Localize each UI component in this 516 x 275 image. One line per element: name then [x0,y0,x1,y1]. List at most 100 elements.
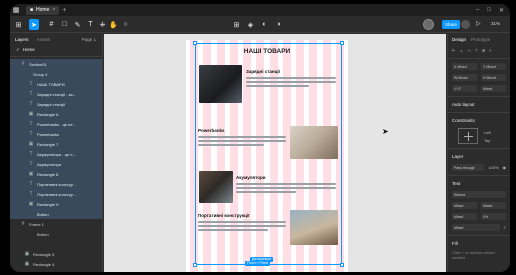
layer-item[interactable]: T Акумулятори - це п... [10,149,102,159]
resources-icon[interactable]: ⁜ [98,19,107,30]
layer-item[interactable]: Button [10,229,102,239]
file-tab-label: Home [36,7,50,13]
layer-item[interactable]: T Портативні констру... [10,179,102,189]
layer-item[interactable]: ▣ Rectangle 8 [10,169,102,179]
hand-tool-icon[interactable]: ✋ [109,19,118,30]
w-field[interactable]: W Mixed [452,74,477,81]
text-align-icon[interactable]: ≡ [504,225,506,230]
blend-mode-select[interactable]: Pass through [452,164,485,171]
w-label: W [454,75,458,80]
divider [448,175,510,176]
tab-prototype[interactable]: Prototype [471,37,490,42]
distribute-icon[interactable]: ≡ [489,48,491,53]
layer-item[interactable]: T Зарядні станції [10,99,102,109]
layer-item[interactable] [10,239,102,249]
align-middle-icon[interactable]: ⊞ [482,48,485,53]
boolean-icon[interactable]: ◐ [260,19,269,30]
layer-label: Портативні констру... [37,191,76,197]
text-tool-icon[interactable]: T [86,19,95,30]
file-tab[interactable]: ■ Home × [26,5,60,15]
resize-handle-tl[interactable] [193,41,197,45]
layer-item[interactable]: ▣ Rectangle 4 [10,259,102,269]
layer-item[interactable]: # Frame 1 [10,219,102,229]
layer-item[interactable]: T Зарядні станції - за... [10,89,102,99]
y-field[interactable]: Y Mixed [481,63,506,70]
maximize-icon[interactable]: □ [487,7,491,14]
layer-item[interactable]: ▣ Rectangle 6 [10,109,102,119]
shape-tool-icon[interactable]: □ [60,19,69,30]
layer-label: Rectangle 5 [33,251,55,257]
corner-radius-field[interactable]: Mixed [481,85,506,92]
font-size-field[interactable]: Mixed [481,202,506,209]
comment-tool-icon[interactable]: ○ [121,19,130,30]
vertical-constraint[interactable]: Top [484,138,491,143]
horizontal-constraint[interactable]: Left [484,130,491,135]
page-selector[interactable]: Page 1 [82,37,102,42]
figma-menu-icon[interactable]: ▦ [10,4,22,16]
layer-item[interactable]: ▣ Rectangle 7 [10,139,102,149]
toolbar: ⊞ ➤ # □ ✎ T ⁜ ✋ ○ ⊞ ◈ ◐ ◑ Share ▷ 31% [10,16,510,33]
share-button[interactable]: Share [442,20,460,29]
canvas[interactable]: НАШІ ТОВАРИ Зарядні станції Powerbanks А… [104,34,446,272]
layer-type-icon: T [29,151,33,157]
constraints-values: Left Top [484,130,491,143]
layer-label: Портативні констру... [37,181,76,187]
font-family-select[interactable]: Ebrima [452,191,506,198]
present-button[interactable]: ▷ [476,20,481,27]
layer-item[interactable]: T Powerbanks [10,129,102,139]
auto-layout-heading[interactable]: Auto layout [448,99,510,110]
line-height-field[interactable]: Mixed [452,213,477,220]
selection-box[interactable] [193,41,344,267]
paragraph-spacing-field[interactable]: Mixed [452,224,500,231]
x-field[interactable]: X Mixed [452,63,477,70]
opacity-value[interactable]: 100% [488,165,498,170]
layer-item[interactable]: Group 4 [10,69,102,79]
new-tab-button[interactable]: + [62,7,66,14]
layer-item[interactable]: T Портативні констру... [10,189,102,199]
align-right-icon[interactable]: ⊣ [467,48,470,53]
size-row: W Mixed H Mixed [448,72,510,83]
fill-heading: Fill [452,241,458,246]
tab-design[interactable]: Design [452,37,466,42]
minimize-icon[interactable]: – [476,7,479,14]
align-left-icon[interactable]: ⊢ [452,48,455,53]
zoom-level[interactable]: 31% [491,21,500,26]
close-window-icon[interactable]: ✕ [499,7,504,14]
layer-item[interactable]: T НАШІ ТОВАРИ [10,79,102,89]
layer-type-icon: T [29,121,33,127]
layer-item[interactable]: Button [10,209,102,219]
user-avatar[interactable] [423,19,434,30]
close-tab-icon[interactable]: × [52,7,55,13]
letter-spacing-field[interactable]: 0% [481,213,506,220]
resize-handle-bl[interactable] [193,263,197,267]
contrast-icon[interactable]: ◑ [274,19,283,30]
layer-label: Rectangle 6 [37,111,59,117]
font-weight-select[interactable]: Mixed [452,202,477,209]
layers-panel: Layers Assets Page 1 ✓ Home # Section01 Gr… [10,34,103,272]
resize-handle-tr[interactable] [340,41,344,45]
left-panel-tabs: Layers Assets Page 1 [10,34,102,45]
frame-tool-icon[interactable]: # [47,19,56,30]
align-center-icon[interactable]: ⊥ [459,48,462,53]
move-tool-icon[interactable]: ➤ [29,19,39,30]
tab-layers[interactable]: Layers [15,37,29,42]
layer-item[interactable]: T Powerbanks - це пе... [10,119,102,129]
layer-item[interactable]: ▣ Rectangle 9 [10,199,102,209]
tab-assets[interactable]: Assets [37,37,51,42]
page-item-home[interactable]: ✓ Home [10,45,102,54]
component-icon[interactable]: ⊞ [232,19,241,30]
resize-handle-br[interactable] [340,263,344,267]
layer-item[interactable]: ▣ Rectangle 5 [10,249,102,259]
align-top-icon[interactable]: ⊤ [474,48,477,53]
rotation-field[interactable]: ↺ 0° [452,85,477,92]
main-menu-icon[interactable]: ⊞ [14,19,23,30]
profile-avatar[interactable] [461,20,470,29]
eye-icon[interactable]: ◉ [503,165,507,170]
layer-item[interactable]: T Акумулятори [10,159,102,169]
layer-type-icon: T [29,181,33,187]
h-field[interactable]: H Mixed [481,74,506,81]
layer-item[interactable]: # Section01 [10,59,102,69]
constraints-widget[interactable] [458,128,478,144]
pen-tool-icon[interactable]: ✎ [73,19,82,30]
mask-icon[interactable]: ◈ [246,19,255,30]
